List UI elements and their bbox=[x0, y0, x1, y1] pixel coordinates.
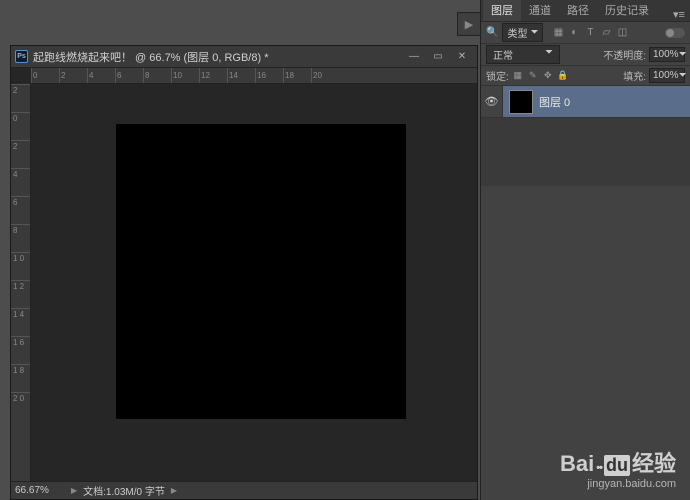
workspace: Ps 起跑线燃烧起来吧！ @ 66.7% (图层 0, RGB/8) * — ▭… bbox=[0, 0, 480, 500]
lock-pixels-icon[interactable]: ▦ bbox=[512, 70, 524, 81]
filter-image-icon[interactable]: ▦ bbox=[551, 26, 565, 40]
photoshop-icon: Ps bbox=[15, 50, 28, 63]
horizontal-ruler[interactable]: 02468101214161820 bbox=[31, 68, 477, 84]
fill-label: 填充: bbox=[623, 68, 646, 83]
filter-shape-icon[interactable]: ▱ bbox=[599, 26, 613, 40]
panel-menu-icon[interactable]: ▾≡ bbox=[670, 8, 688, 21]
filter-kind-select[interactable]: 类型⏷ bbox=[502, 23, 543, 42]
tab-history[interactable]: 历史记录 bbox=[597, 0, 657, 21]
tab-paths[interactable]: 路径 bbox=[559, 0, 597, 21]
layer-name[interactable]: 图层 0 bbox=[539, 94, 570, 110]
chevron-down-icon: ⏷ bbox=[530, 27, 538, 38]
window-controls: — ▭ ✕ bbox=[403, 49, 473, 65]
close-button[interactable]: ✕ bbox=[451, 49, 473, 65]
zoom-level[interactable]: 66.67% bbox=[15, 485, 65, 496]
status-expand-icon[interactable]: ▶ bbox=[71, 486, 77, 495]
status-menu-icon[interactable]: ▶ bbox=[171, 486, 177, 495]
blend-mode-select[interactable]: 正常⏷ bbox=[486, 45, 560, 64]
filter-icons: ▦ ◐ T ▱ ◫ bbox=[551, 26, 629, 40]
minimize-button[interactable]: — bbox=[403, 49, 425, 65]
lock-label: 锁定: bbox=[486, 68, 509, 83]
panel-tabs: 图层 通道 路径 历史记录 ▾≡ bbox=[481, 0, 690, 22]
tab-channels[interactable]: 通道 bbox=[521, 0, 559, 21]
filter-text-icon[interactable]: T bbox=[583, 26, 597, 40]
chevron-down-icon: ⏷ bbox=[679, 70, 687, 81]
canvas[interactable] bbox=[116, 124, 406, 419]
blend-opacity-row: 正常⏷ 不透明度: 100%⏷ bbox=[481, 44, 690, 66]
chevron-down-icon: ⏷ bbox=[545, 47, 553, 62]
fill-input[interactable]: 100%⏷ bbox=[649, 68, 685, 83]
document-title: 起跑线燃烧起来吧！ @ 66.7% (图层 0, RGB/8) * bbox=[33, 49, 403, 65]
filter-smart-icon[interactable]: ◫ bbox=[615, 26, 629, 40]
layer-item[interactable]: 👁 图层 0 bbox=[481, 86, 690, 118]
lock-position-icon[interactable]: ✥ bbox=[542, 70, 554, 81]
visibility-eye-icon[interactable]: 👁 bbox=[481, 86, 503, 117]
layer-filter-bar: 🔍 类型⏷ ▦ ◐ T ▱ ◫ bbox=[481, 22, 690, 44]
filter-adjust-icon[interactable]: ◐ bbox=[567, 26, 581, 40]
opacity-label: 不透明度: bbox=[603, 47, 646, 62]
chevron-down-icon: ⏷ bbox=[679, 49, 687, 60]
document-info[interactable]: 文档:1.03M/0 字节 bbox=[83, 483, 165, 498]
lock-icons: ▦ ✎ ✥ 🔒 bbox=[512, 70, 569, 81]
canvas-area[interactable] bbox=[31, 84, 477, 481]
layers-list: 👁 图层 0 bbox=[481, 86, 690, 186]
layer-thumbnail[interactable] bbox=[509, 90, 533, 114]
status-bar: 66.67% ▶ 文档:1.03M/0 字节 ▶ bbox=[11, 481, 477, 499]
opacity-input[interactable]: 100%⏷ bbox=[649, 47, 685, 62]
filter-toggle[interactable] bbox=[665, 28, 685, 38]
lock-fill-row: 锁定: ▦ ✎ ✥ 🔒 填充: 100%⏷ bbox=[481, 66, 690, 86]
panel-collapse-button[interactable]: ▶ bbox=[457, 12, 481, 36]
filter-search-icon[interactable]: 🔍 bbox=[486, 27, 498, 38]
document-window: Ps 起跑线燃烧起来吧！ @ 66.7% (图层 0, RGB/8) * — ▭… bbox=[10, 45, 478, 500]
tab-layers[interactable]: 图层 bbox=[483, 0, 521, 21]
vertical-ruler[interactable]: 2024681 01 21 41 61 82 0 bbox=[11, 84, 31, 481]
maximize-button[interactable]: ▭ bbox=[427, 49, 449, 65]
document-titlebar[interactable]: Ps 起跑线燃烧起来吧！ @ 66.7% (图层 0, RGB/8) * — ▭… bbox=[11, 46, 477, 68]
lock-all-icon[interactable]: 🔒 bbox=[557, 70, 569, 81]
right-panel-group: ▶ 图层 通道 路径 历史记录 ▾≡ 🔍 类型⏷ ▦ ◐ T ▱ ◫ 正常⏷ 不… bbox=[480, 0, 690, 500]
lock-brush-icon[interactable]: ✎ bbox=[527, 70, 539, 81]
